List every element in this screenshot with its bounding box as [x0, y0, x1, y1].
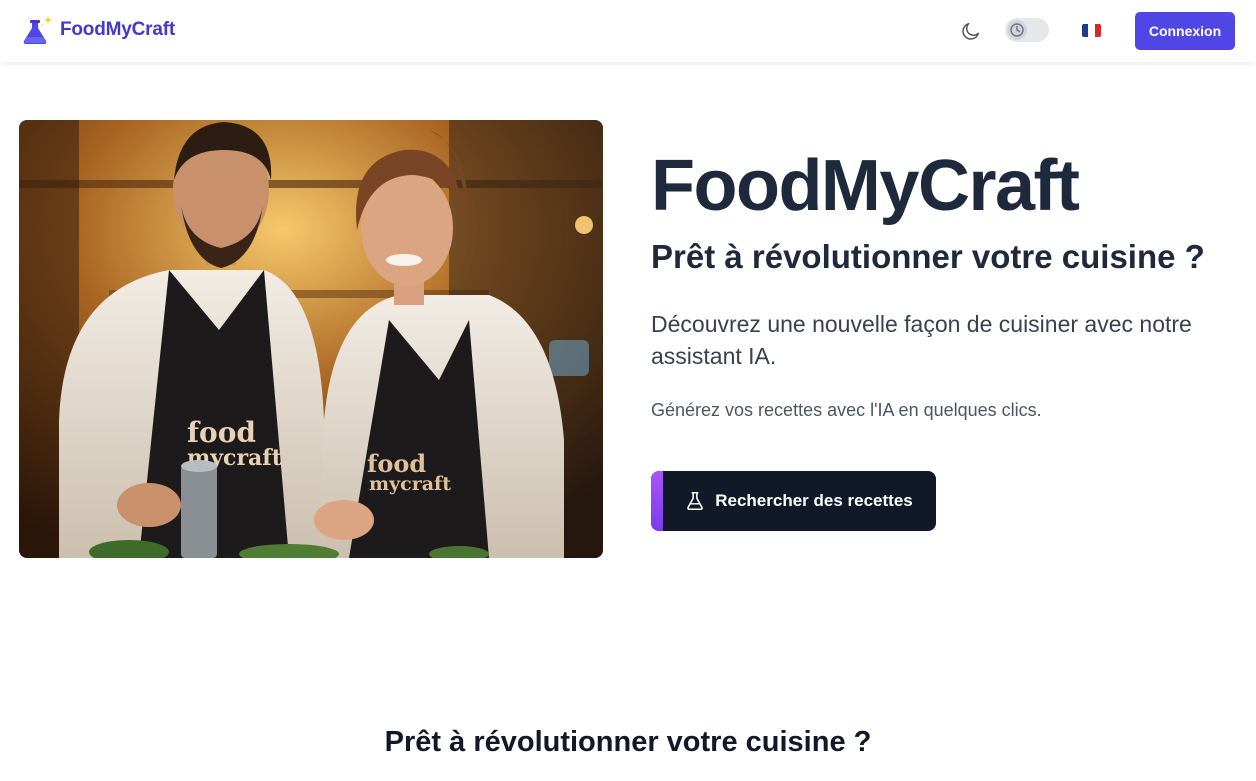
- hero-tagline: Générez vos recettes avec l'IA en quelqu…: [651, 400, 1042, 420]
- toggle-knob: [1007, 20, 1027, 40]
- flask-sparkle-logo-icon: [23, 16, 52, 44]
- hero-title: FoodMyCraft: [651, 146, 1080, 226]
- france-flag-icon[interactable]: [1082, 24, 1101, 37]
- hero-description: Découvrez une nouvelle façon de cuisiner…: [651, 311, 1192, 369]
- moon-icon[interactable]: [960, 20, 982, 42]
- flask-icon: [687, 491, 704, 511]
- theme-toggle[interactable]: [1005, 18, 1049, 42]
- button-accent-bar: [651, 471, 663, 531]
- clock-icon: [1010, 23, 1024, 37]
- top-navbar: FoodMyCraft Connexion: [0, 0, 1256, 62]
- login-button[interactable]: Connexion: [1135, 12, 1235, 50]
- brand-name: FoodMyCraft: [60, 19, 175, 40]
- hero-subtitle: Prêt à révolutionner votre cuisine ?: [651, 238, 1205, 275]
- search-recipes-label: Rechercher des recettes: [715, 491, 913, 510]
- search-recipes-button[interactable]: Rechercher des recettes: [651, 471, 936, 531]
- section-title: Prêt à révolutionner votre cuisine ?: [384, 726, 872, 758]
- apron-text-mycraft-2: mycraft: [369, 473, 451, 495]
- hero-chefs-image: food mycraft food mycraft: [19, 120, 603, 558]
- brand-logo[interactable]: FoodMyCraft: [20, 10, 175, 50]
